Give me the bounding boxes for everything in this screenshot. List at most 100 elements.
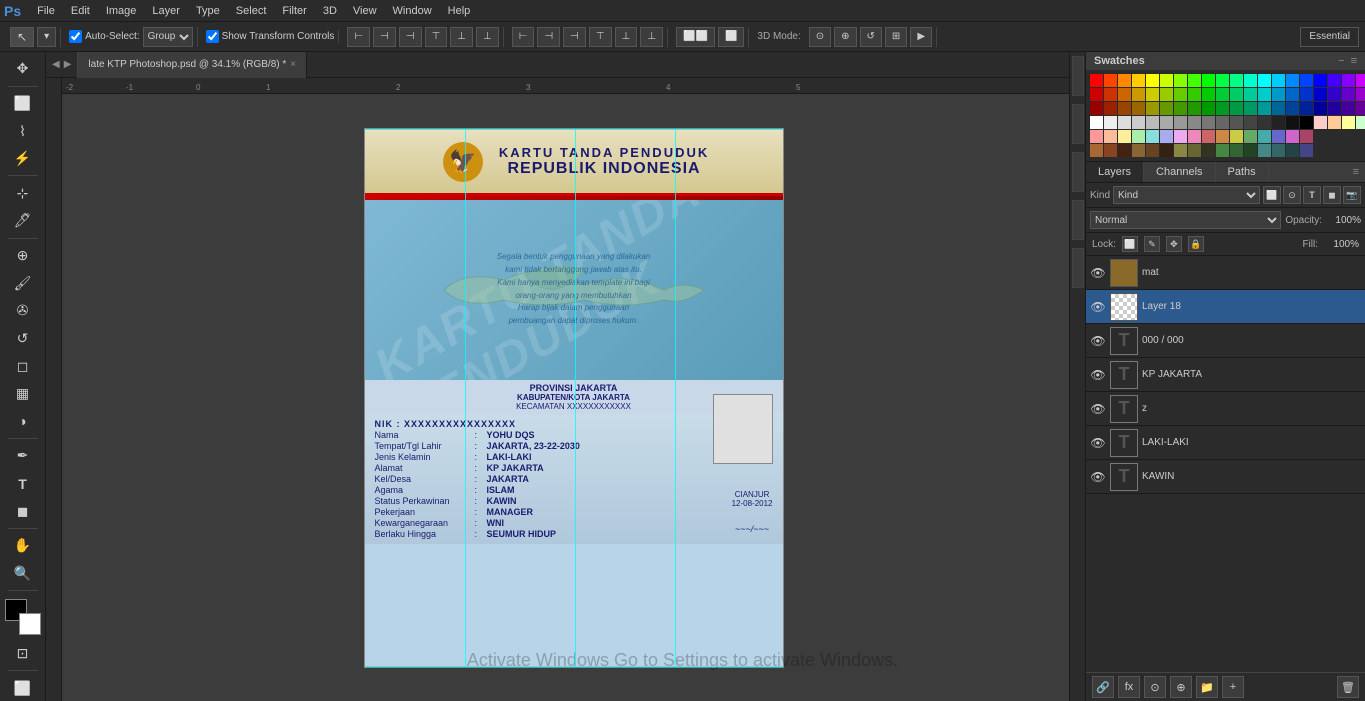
layer-vis-2[interactable]: 👁 [1090, 401, 1106, 417]
swatch[interactable] [1090, 102, 1103, 115]
swatch[interactable] [1188, 116, 1201, 129]
3d-btn2[interactable]: ⊕ [834, 27, 856, 47]
swatches-panel-header[interactable]: Swatches − ≡ [1086, 52, 1365, 70]
swatch[interactable] [1244, 116, 1257, 129]
swatch[interactable] [1272, 130, 1285, 143]
swatch[interactable] [1216, 74, 1229, 87]
menu-filter[interactable]: Filter [274, 0, 314, 22]
swatch[interactable] [1118, 88, 1131, 101]
swatch[interactable] [1160, 130, 1173, 143]
swatch[interactable] [1286, 144, 1299, 157]
strip-btn-4[interactable] [1072, 200, 1084, 240]
menu-view[interactable]: View [345, 0, 385, 22]
menu-type[interactable]: Type [188, 0, 228, 22]
pen-tool[interactable]: ✒ [10, 443, 36, 469]
swatch[interactable] [1286, 88, 1299, 101]
swatch[interactable] [1216, 144, 1229, 157]
swatch[interactable] [1160, 102, 1173, 115]
swatch[interactable] [1272, 102, 1285, 115]
swatch[interactable] [1160, 88, 1173, 101]
swatch[interactable] [1202, 116, 1215, 129]
marquee-tool[interactable]: ⬜ [10, 91, 36, 117]
menu-select[interactable]: Select [228, 0, 275, 22]
layer-item-z[interactable]: 👁 T z [1086, 392, 1365, 426]
swatch[interactable] [1090, 74, 1103, 87]
auto-select-type[interactable]: Group Layer [143, 27, 193, 47]
swatch[interactable] [1258, 102, 1271, 115]
dist-left-btn[interactable]: ⊢ [512, 27, 535, 47]
lasso-tool[interactable]: ⌇ [10, 118, 36, 144]
swatch[interactable] [1230, 144, 1243, 157]
lock-all-icon[interactable]: 🔒 [1188, 236, 1204, 252]
swatch[interactable] [1216, 88, 1229, 101]
quick-mask-btn[interactable]: ⊡ [10, 641, 36, 667]
layer-link-btn[interactable]: 🔗 [1092, 676, 1114, 698]
shape-tool[interactable]: ◼ [10, 498, 36, 524]
layer-vis-3[interactable]: 👁 [1090, 435, 1106, 451]
hand-tool[interactable]: ✋ [10, 533, 36, 559]
swatch[interactable] [1328, 116, 1341, 129]
document-tab[interactable]: late KTP Photoshop.psd @ 34.1% (RGB/8) *… [78, 52, 307, 78]
swatch[interactable] [1174, 116, 1187, 129]
swatch[interactable] [1314, 74, 1327, 87]
swatch[interactable] [1160, 116, 1173, 129]
swatch[interactable] [1118, 130, 1131, 143]
dodge-tool[interactable]: ◑ [10, 408, 36, 434]
dist-bottom-btn[interactable]: ⊥ [640, 27, 663, 47]
swatch[interactable] [1146, 144, 1159, 157]
arrange2-btn[interactable]: ⬜ [718, 27, 744, 47]
layer-item[interactable]: 👁 mat [1086, 256, 1365, 290]
swatch[interactable] [1286, 74, 1299, 87]
swatch[interactable] [1230, 102, 1243, 115]
swatch[interactable] [1300, 116, 1313, 129]
crop-tool[interactable]: ⊹ [10, 180, 36, 206]
layer-adjustment-btn[interactable]: ⊕ [1170, 676, 1192, 698]
swatch[interactable] [1328, 88, 1341, 101]
layer-style-btn[interactable]: fx [1118, 676, 1140, 698]
swatch[interactable] [1104, 74, 1117, 87]
swatches-minimize-icon[interactable]: − [1338, 55, 1344, 67]
blend-mode-select[interactable]: Normal Dissolve Multiply Screen [1090, 211, 1281, 229]
swatch[interactable] [1174, 144, 1187, 157]
clone-tool[interactable]: ✇ [10, 298, 36, 324]
swatch[interactable] [1258, 116, 1271, 129]
swatch[interactable] [1188, 74, 1201, 87]
swatch[interactable] [1216, 116, 1229, 129]
layer-delete-btn[interactable]: 🗑 [1337, 676, 1359, 698]
swatch[interactable] [1216, 102, 1229, 115]
menu-file[interactable]: File [29, 0, 63, 22]
swatch[interactable] [1258, 130, 1271, 143]
strip-btn-1[interactable] [1072, 56, 1084, 96]
swatch[interactable] [1300, 130, 1313, 143]
layer-new-btn[interactable]: + [1222, 676, 1244, 698]
swatch[interactable] [1090, 144, 1103, 157]
swatch[interactable] [1132, 130, 1145, 143]
gradient-tool[interactable]: ▦ [10, 381, 36, 407]
swatch[interactable] [1244, 130, 1257, 143]
swatch[interactable] [1356, 116, 1365, 129]
align-left-btn[interactable]: ⊢ [347, 27, 370, 47]
swatch[interactable] [1314, 116, 1327, 129]
align-center-h-btn[interactable]: ⊣ [373, 27, 396, 47]
layer-group-btn[interactable]: 📁 [1196, 676, 1218, 698]
auto-select-check-label[interactable]: Auto-Select: [69, 30, 139, 43]
layer-item-KP-JAKARTA[interactable]: 👁 T KP JAKARTA [1086, 358, 1365, 392]
swatch[interactable] [1174, 88, 1187, 101]
layer-vis-1[interactable]: 👁 [1090, 367, 1106, 383]
transform-checkbox[interactable] [206, 30, 219, 43]
menu-layer[interactable]: Layer [144, 0, 188, 22]
swatch[interactable] [1118, 102, 1131, 115]
swatch[interactable] [1202, 74, 1215, 87]
swatch[interactable] [1188, 144, 1201, 157]
swatch[interactable] [1286, 102, 1299, 115]
swatch[interactable] [1258, 144, 1271, 157]
strip-btn-2[interactable] [1072, 104, 1084, 144]
filter-pixel-icon[interactable]: ⬜ [1263, 186, 1281, 204]
layer-mask-btn[interactable]: ⊙ [1144, 676, 1166, 698]
swatch[interactable] [1118, 144, 1131, 157]
heal-tool[interactable]: ⊕ [10, 243, 36, 269]
menu-image[interactable]: Image [98, 0, 145, 22]
magic-wand-tool[interactable]: ⚡ [10, 146, 36, 172]
filter-shape-icon[interactable]: ◼ [1323, 186, 1341, 204]
swatch[interactable] [1188, 130, 1201, 143]
